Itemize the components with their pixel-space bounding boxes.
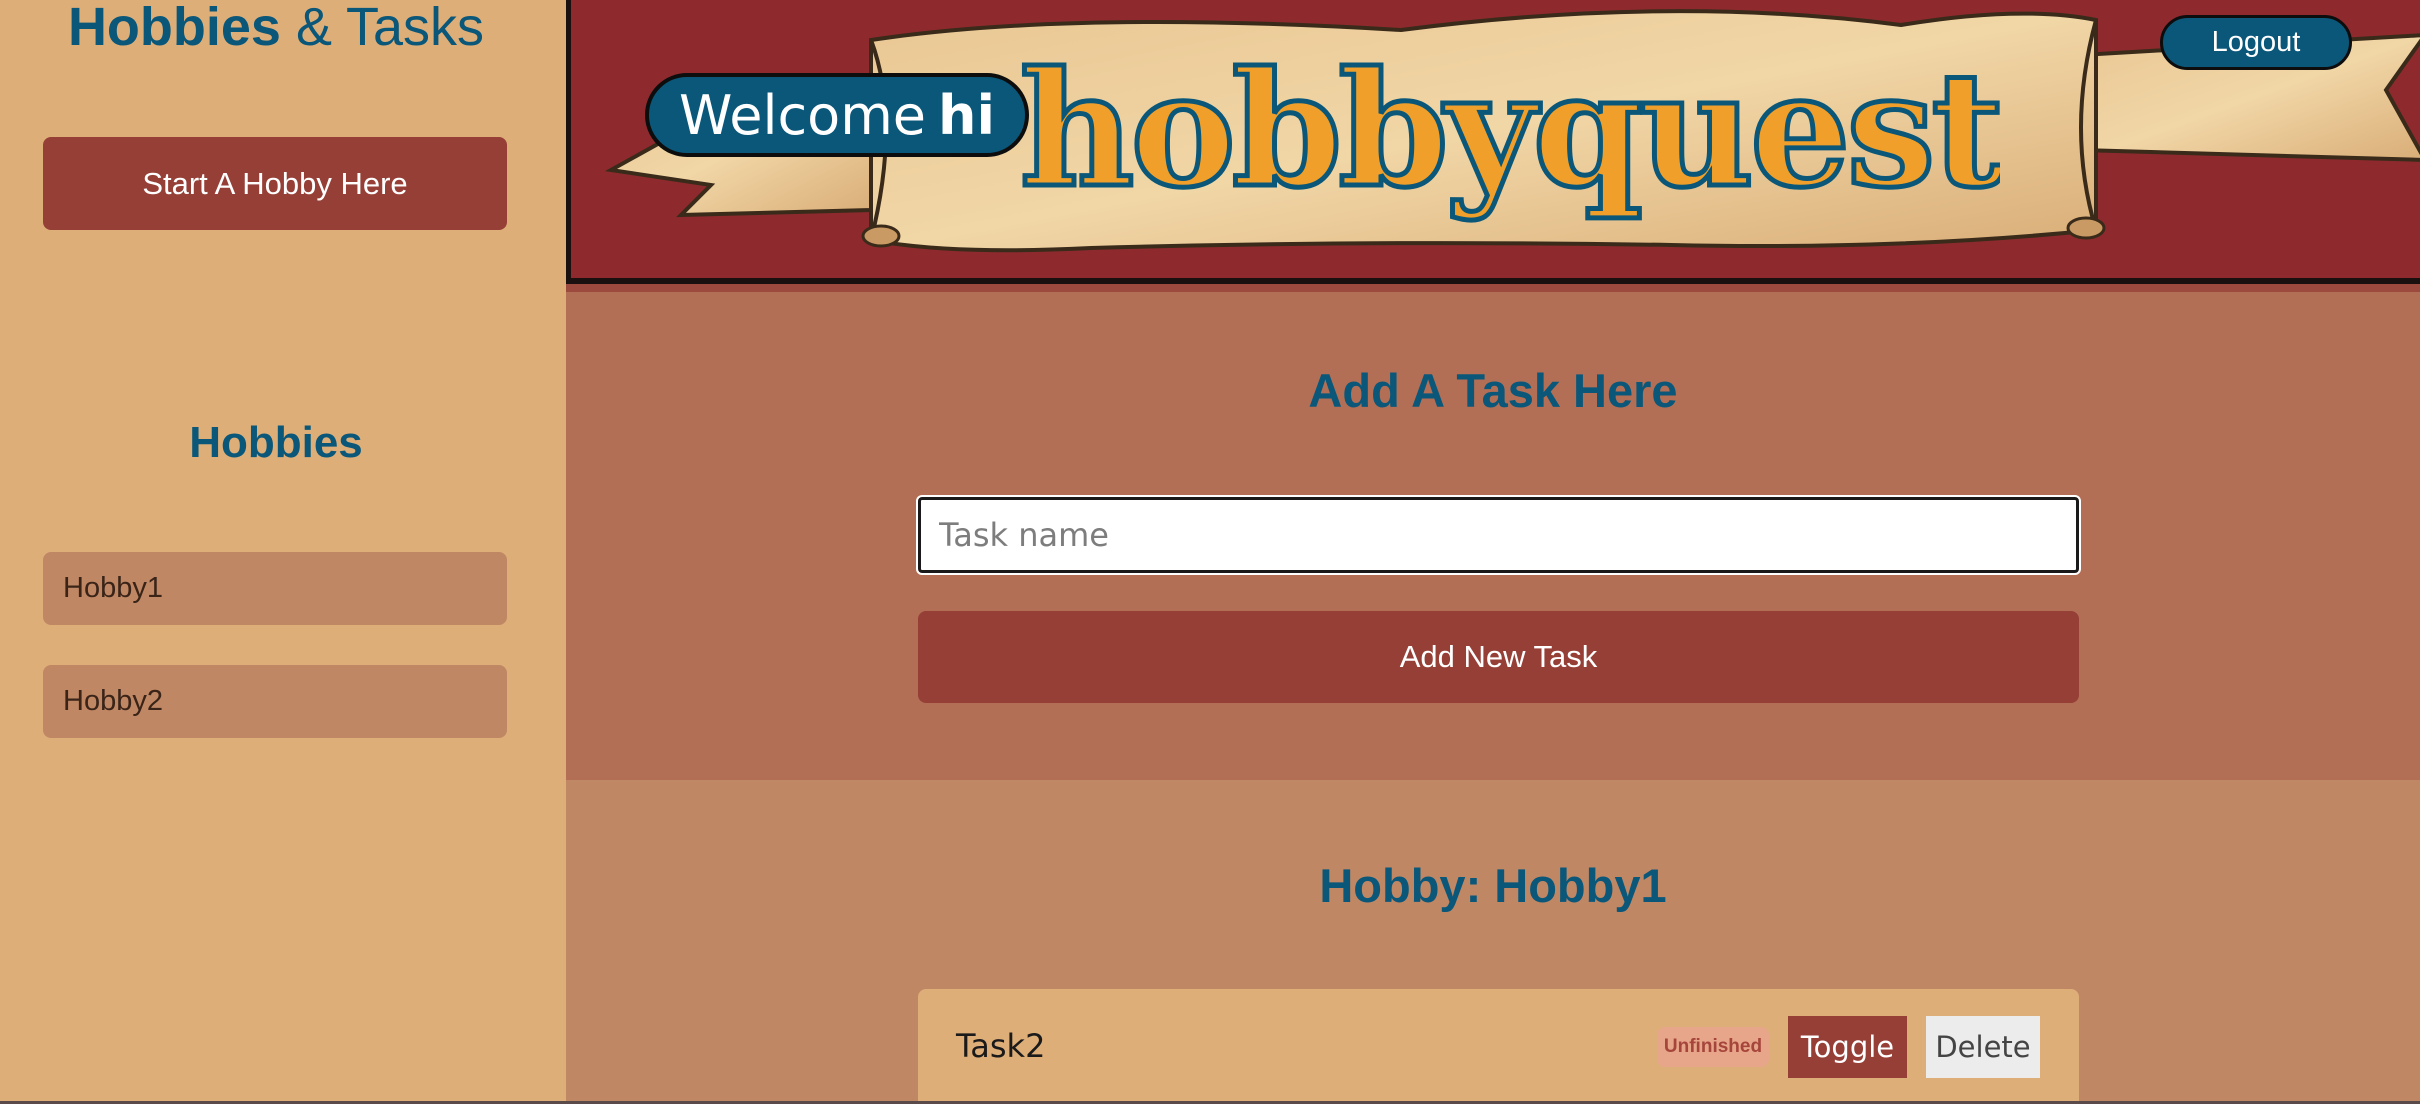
sidebar-item-hobby2[interactable]: Hobby2	[43, 665, 507, 738]
toggle-button[interactable]: Toggle	[1788, 1016, 1907, 1078]
task-name-input[interactable]	[916, 495, 2081, 575]
app-title: Hobbies & Tasks	[0, 0, 552, 54]
add-new-task-button[interactable]: Add New Task	[918, 611, 2079, 703]
start-hobby-button[interactable]: Start A Hobby Here	[43, 137, 507, 230]
logo-text: hobbyquest	[1020, 45, 2000, 223]
logout-button[interactable]: Logout	[2160, 15, 2352, 70]
task-card: Task2 Unfinished Toggle Delete	[918, 989, 2079, 1104]
app-title-rest: & Tasks	[295, 0, 485, 57]
welcome-text: Welcome	[679, 83, 927, 147]
welcome-username: hi	[938, 83, 995, 147]
hobbies-heading: Hobbies	[189, 418, 363, 467]
hobby-detail-heading: Hobby: Hobby1	[1319, 859, 1667, 912]
add-task-heading: Add A Task Here	[1308, 364, 1678, 417]
sidebar: Hobbies & Tasks Start A Hobby Here Hobbi…	[0, 0, 566, 1104]
banner-divider	[566, 284, 2420, 292]
hobbyquest-logo: hobbyquest	[1020, 45, 2000, 225]
delete-button[interactable]: Delete	[1926, 1016, 2040, 1078]
welcome-badge: Welcome hi	[645, 73, 1029, 157]
app-title-bold: Hobbies	[67, 0, 281, 57]
task-name: Task2	[956, 1027, 1046, 1065]
status-badge: Unfinished	[1657, 1027, 1769, 1067]
sidebar-item-hobby1[interactable]: Hobby1	[43, 552, 507, 625]
